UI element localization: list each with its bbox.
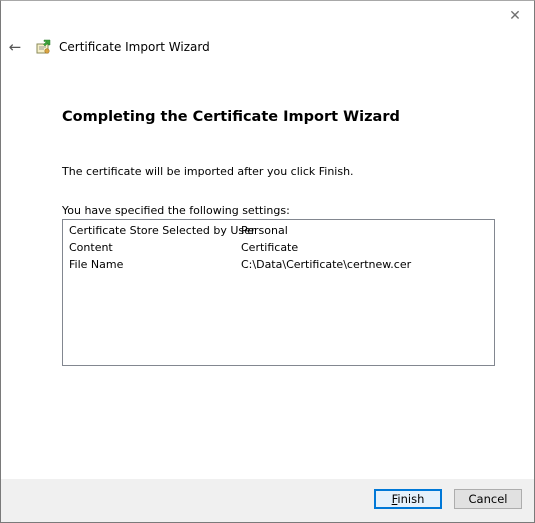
- settings-value: C:\Data\Certificate\certnew.cer: [241, 258, 412, 271]
- wizard-window: ✕ ← Certificate Import Wizard Completing…: [0, 0, 535, 523]
- wizard-header: ← Certificate Import Wizard: [1, 31, 534, 63]
- settings-value: Certificate: [241, 241, 299, 254]
- settings-key: Content: [69, 241, 113, 254]
- settings-key: File Name: [69, 258, 124, 271]
- cancel-label: Cancel: [468, 492, 508, 506]
- close-button[interactable]: ✕: [502, 5, 528, 27]
- wizard-title: Certificate Import Wizard: [59, 40, 210, 54]
- settings-key: Certificate Store Selected by User: [69, 224, 256, 237]
- finish-label: Finish: [391, 492, 425, 506]
- settings-value: Personal: [241, 224, 288, 237]
- settings-label: You have specified the following setting…: [62, 204, 290, 217]
- finish-button[interactable]: Finish: [374, 489, 442, 509]
- settings-list[interactable]: Certificate Store Selected by User Perso…: [62, 219, 495, 366]
- button-bar: Finish Cancel: [1, 479, 534, 522]
- info-text: The certificate will be imported after y…: [62, 165, 354, 178]
- cancel-button[interactable]: Cancel: [454, 489, 522, 509]
- back-button[interactable]: ←: [5, 37, 25, 57]
- certificate-icon: [36, 39, 53, 56]
- close-icon: ✕: [509, 8, 521, 24]
- back-arrow-icon: ←: [8, 37, 22, 56]
- page-heading: Completing the Certificate Import Wizard: [62, 109, 400, 125]
